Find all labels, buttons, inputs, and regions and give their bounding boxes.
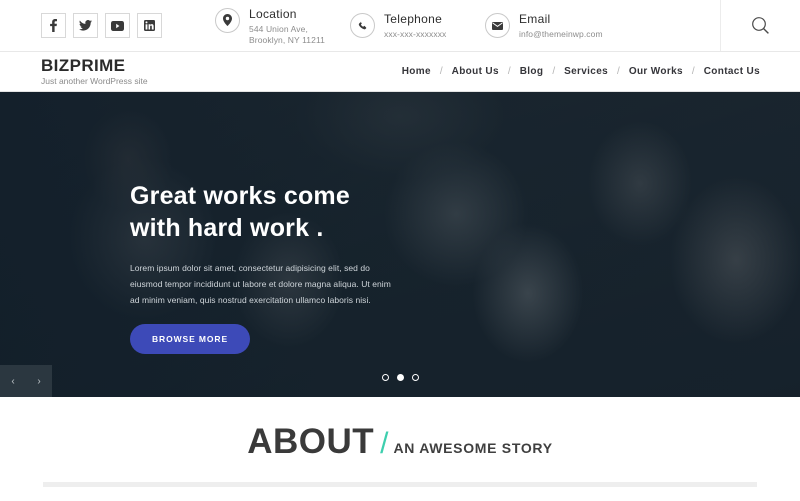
contact-detail-email: info@themeinwp.com — [519, 29, 603, 39]
linkedin-icon[interactable] — [137, 13, 162, 38]
contact-detail-telephone: xxx-xxx-xxxxxxx — [384, 29, 447, 39]
site-branding[interactable]: BIZPRIME Just another WordPress site — [41, 55, 148, 87]
menu-separator: / — [617, 66, 620, 77]
top-bar: Location 544 Union Ave, Brooklyn, NY 112… — [0, 0, 800, 52]
contact-title-location: Location — [249, 6, 297, 21]
facebook-glyph — [50, 19, 57, 32]
search-icon — [752, 17, 769, 34]
contact-item-location: Location 544 Union Ave, Brooklyn, NY 112… — [215, 6, 350, 46]
phone-glyph — [358, 21, 366, 29]
envelope-icon — [485, 13, 510, 38]
contact-detail-location: 544 Union Ave, Brooklyn, NY 11211 — [249, 23, 325, 45]
hero-title: Great works come with hard work . — [130, 182, 350, 242]
location-pin-glyph — [223, 14, 232, 26]
hero-description: Lorem ipsum dolor sit amet, consectetur … — [130, 263, 391, 305]
slider-dot-3[interactable] — [411, 374, 419, 381]
slider-arrows: ‹ › — [0, 365, 52, 397]
contact-title-email: Email — [519, 12, 551, 26]
linkedin-glyph — [144, 20, 155, 31]
menu-item-home[interactable]: Home — [402, 66, 431, 77]
main-navigation-bar: BIZPRIME Just another WordPress site Hom… — [0, 52, 800, 92]
hero-slider: Great works come with hard work . Lorem … — [0, 92, 800, 397]
contact-item-email: Email info@themeinwp.com — [485, 11, 620, 40]
twitter-glyph — [79, 20, 92, 31]
slider-pagination — [0, 374, 800, 381]
primary-menu: Home / About Us / Blog / Services / Our … — [402, 66, 760, 77]
location-pin-icon — [215, 7, 240, 33]
menu-separator: / — [691, 66, 695, 77]
about-subheading: AN AWESOME STORY — [393, 440, 553, 456]
slider-dot-2[interactable] — [396, 374, 404, 381]
search-button[interactable] — [720, 0, 800, 51]
menu-item-services[interactable]: Services — [564, 66, 608, 77]
about-section: ABOUT / AN AWESOME STORY I like the geom… — [0, 397, 800, 501]
menu-item-our-works[interactable]: Our Works — [629, 66, 683, 77]
youtube-icon[interactable] — [105, 13, 130, 38]
phone-icon — [350, 13, 375, 38]
youtube-glyph — [111, 20, 124, 31]
slider-prev-button[interactable]: ‹ — [0, 365, 26, 397]
site-title: BIZPRIME — [41, 55, 126, 75]
menu-item-contact-us[interactable]: Contact Us — [704, 66, 760, 77]
site-tagline: Just another WordPress site — [41, 75, 148, 86]
twitter-icon[interactable] — [73, 13, 98, 38]
facebook-icon[interactable] — [41, 13, 66, 38]
contact-info-group: Location 544 Union Ave, Brooklyn, NY 112… — [215, 6, 620, 46]
contact-item-telephone: Telephone xxx-xxx-xxxxxxx — [350, 11, 485, 40]
about-heading: ABOUT — [247, 422, 375, 461]
about-heading-group: ABOUT / AN AWESOME STORY — [0, 423, 800, 461]
about-divider — [43, 482, 757, 487]
menu-separator: / — [439, 66, 443, 77]
menu-separator: / — [507, 66, 511, 77]
browse-more-button[interactable]: BROWSE MORE — [130, 324, 251, 354]
menu-separator: / — [552, 66, 556, 77]
contact-title-telephone: Telephone — [384, 12, 443, 26]
envelope-glyph — [492, 21, 503, 30]
about-slash-accent: / — [380, 427, 389, 460]
slider-dot-1[interactable] — [381, 374, 389, 381]
social-links — [41, 13, 162, 38]
hero-content: Great works come with hard work . Lorem … — [0, 92, 800, 354]
menu-item-about-us[interactable]: About Us — [452, 66, 499, 77]
slider-next-button[interactable]: › — [26, 365, 52, 397]
menu-item-blog[interactable]: Blog — [520, 66, 544, 77]
